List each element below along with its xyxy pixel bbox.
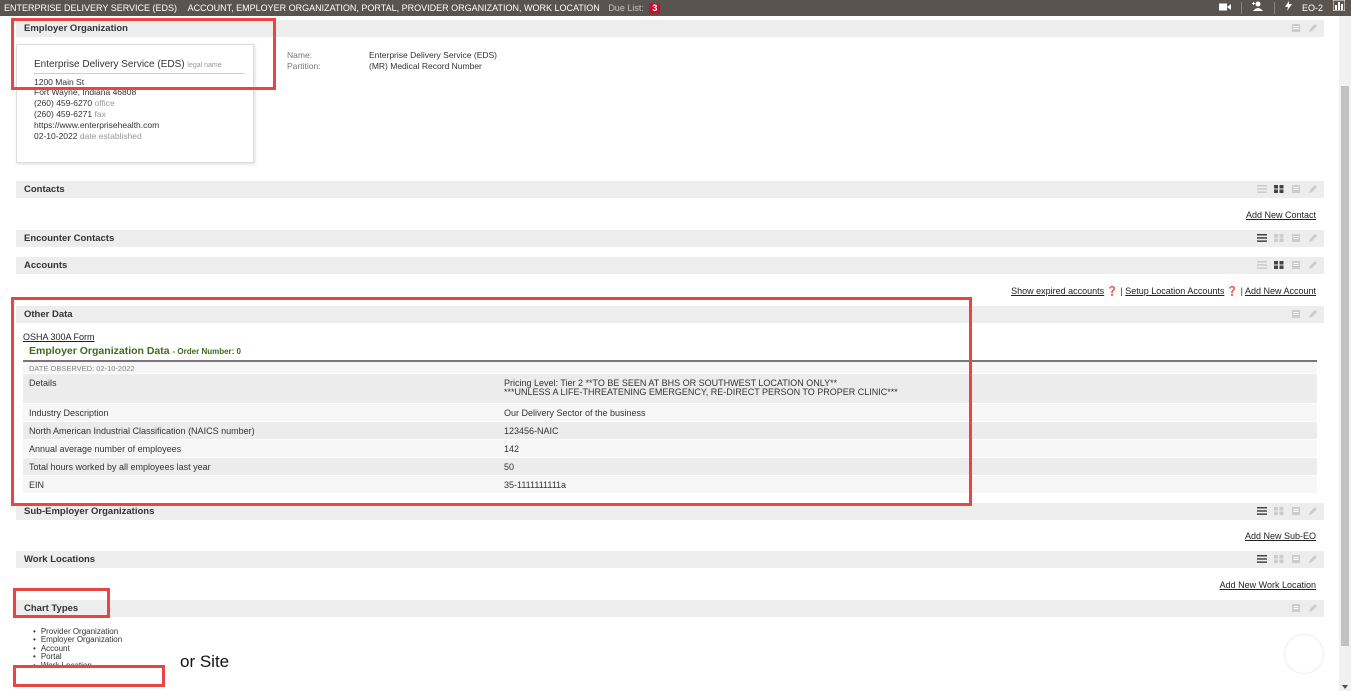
lightning-icon[interactable] [1284,0,1292,16]
section-chart-types: Chart Types [16,600,1324,617]
date-established: 02-10-2022 date established [34,131,142,141]
edit-icon[interactable] [1308,554,1318,564]
notes-icon[interactable] [1291,23,1301,33]
section-work-locations: Work Locations [16,551,1324,568]
user-code[interactable]: EO-2 [1302,0,1323,16]
section-title: Sub-Employer Organizations [24,506,155,517]
highlight-box [11,297,972,506]
chart-icon[interactable] [1332,0,1346,16]
divider [1273,2,1275,14]
section-contacts: Contacts [16,181,1324,198]
list-view-icon[interactable] [1257,260,1267,270]
notes-icon[interactable] [1291,603,1301,613]
link-separator: | [1240,286,1243,296]
scrollbar[interactable] [1339,16,1351,691]
breadcrumb: Account, Employer Organization, Portal, … [187,3,600,13]
scroll-down-arrow-icon[interactable] [1342,685,1348,689]
list-view-icon[interactable] [1257,506,1267,516]
website: https://www.enterprisehealth.com [34,120,160,130]
grid-view-icon[interactable] [1274,506,1284,516]
help-icon[interactable]: ❓ [1227,286,1238,296]
setup-location-accounts-link[interactable]: Setup Location Accounts [1125,286,1224,296]
partition-label: Partition: [287,61,321,71]
topbar-actions: EO-2 [1218,0,1346,16]
grid-view-icon[interactable] [1274,184,1284,194]
add-new-contact-link[interactable]: Add New Contact [1246,210,1316,220]
video-icon[interactable] [1218,0,1231,16]
edit-icon[interactable] [1308,603,1318,613]
grid-view-icon[interactable] [1274,260,1284,270]
due-list-count[interactable]: 3 [649,3,661,14]
show-expired-accounts-link[interactable]: Show expired accounts [1011,286,1104,296]
notes-icon[interactable] [1291,506,1301,516]
notes-icon[interactable] [1291,554,1301,564]
scrollbar-thumb[interactable] [1341,86,1349,646]
user-add-icon[interactable] [1251,0,1264,16]
edit-icon[interactable] [1308,309,1318,319]
org-name: Enterprise Delivery Service (EDS) [4,3,178,13]
section-encounter-contacts: Encounter Contacts [16,230,1324,247]
top-bar: Enterprise Delivery Service (EDS) Accoun… [0,0,1351,16]
edit-icon[interactable] [1308,23,1318,33]
section-title: Work Locations [24,554,96,565]
section-accounts: Accounts [16,257,1324,274]
grid-view-icon[interactable] [1274,554,1284,564]
fax-phone: (260) 459-6271 fax [34,109,106,119]
highlight-box [11,18,276,90]
list-view-icon[interactable] [1257,184,1267,194]
list-view-icon[interactable] [1257,233,1267,243]
add-new-account-link[interactable]: Add New Account [1245,286,1316,296]
partition-value: (MR) Medical Record Number [369,61,482,71]
notes-icon[interactable] [1291,184,1301,194]
office-phone: (260) 459-6270 office [34,98,115,108]
divider [1240,2,1242,14]
edit-icon[interactable] [1308,233,1318,243]
fax-phone-value: (260) 459-6271 [34,109,93,119]
highlight-box [13,665,165,687]
office-phone-label: office [94,98,115,108]
due-list-label[interactable]: Due List: [608,3,644,13]
section-title: Encounter Contacts [24,233,115,244]
add-new-sub-eo-link[interactable]: Add New Sub-EO [1245,531,1316,541]
edit-icon[interactable] [1308,260,1318,270]
help-bubble[interactable] [1284,634,1324,674]
help-icon[interactable]: ❓ [1107,286,1118,296]
section-title: Contacts [24,184,65,195]
link-separator: | [1120,286,1123,296]
fax-phone-label: fax [94,109,106,119]
edit-icon[interactable] [1308,184,1318,194]
office-phone-value: (260) 459-6270 [34,98,93,108]
chart-types-list: Provider Organization Employer Organizat… [33,627,122,670]
list-view-icon[interactable] [1257,554,1267,564]
account-links: Show expired accounts ❓ | Setup Location… [1011,286,1316,297]
annotation-text: or Site [180,652,230,671]
date-established-label: date established [79,131,142,141]
notes-icon[interactable] [1291,233,1301,243]
notes-icon[interactable] [1291,260,1301,270]
name-label: Name: [287,50,313,60]
name-value: Enterprise Delivery Service (EDS) [369,50,498,60]
edit-icon[interactable] [1308,506,1318,516]
section-title: Accounts [24,260,68,271]
date-established-value: 02-10-2022 [34,131,78,141]
highlight-box [13,588,110,618]
notes-icon[interactable] [1291,309,1301,319]
grid-view-icon[interactable] [1274,233,1284,243]
add-new-work-location-link[interactable]: Add New Work Location [1220,580,1316,590]
